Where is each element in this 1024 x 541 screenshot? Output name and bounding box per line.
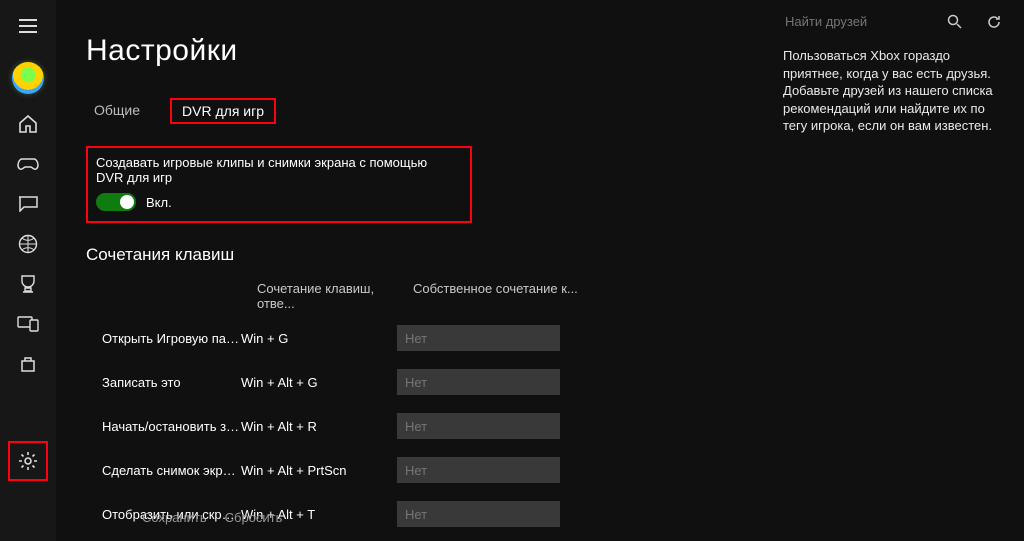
- settings-icon[interactable]: [8, 441, 48, 481]
- dvr-toggle[interactable]: [96, 193, 136, 211]
- shortcut-action: Открыть Игровую пан...: [86, 331, 241, 346]
- sidebar: [0, 0, 56, 541]
- shortcut-default: Win + Alt + PrtScn: [241, 463, 397, 478]
- tab-general[interactable]: Общие: [86, 98, 148, 124]
- dvr-toggle-state: Вкл.: [146, 195, 172, 210]
- shortcut-custom-input[interactable]: [397, 501, 560, 527]
- shortcut-row: Записать этоWin + Alt + G: [86, 369, 769, 395]
- avatar[interactable]: [12, 62, 44, 94]
- shortcut-custom-input[interactable]: [397, 325, 560, 351]
- chat-icon[interactable]: [8, 184, 48, 224]
- globe-icon[interactable]: [8, 224, 48, 264]
- dvr-toggle-block: Создавать игровые клипы и снимки экрана …: [86, 146, 472, 223]
- friends-pane: Пользоваться Xbox гораздо приятнее, когд…: [769, 0, 1024, 541]
- friends-hint-text: Пользоваться Xbox гораздо приятнее, когд…: [783, 47, 1010, 135]
- settings-pane: Настройки Общие DVR для игр Создавать иг…: [56, 0, 769, 541]
- col-header-default: Сочетание клавиш, отве...: [257, 281, 413, 311]
- devices-icon[interactable]: [8, 304, 48, 344]
- reset-button[interactable]: Сбросить: [225, 510, 283, 525]
- shortcut-custom-input[interactable]: [397, 457, 560, 483]
- shortcut-row: Сделать снимок экранаWin + Alt + PrtScn: [86, 457, 769, 483]
- tabs: Общие DVR для игр: [86, 98, 769, 124]
- save-button[interactable]: Сохранить: [142, 510, 207, 525]
- shortcut-default: Win + Alt + R: [241, 419, 397, 434]
- shortcut-default: Win + Alt + G: [241, 375, 397, 390]
- shortcut-row: Начать/остановить зап...Win + Alt + R: [86, 413, 769, 439]
- friends-search-input[interactable]: [783, 10, 938, 33]
- shortcut-action: Начать/остановить зап...: [86, 419, 241, 434]
- dvr-label: Создавать игровые клипы и снимки экрана …: [96, 155, 458, 185]
- shortcut-action: Сделать снимок экрана: [86, 463, 241, 478]
- hamburger-icon[interactable]: [8, 6, 48, 46]
- shortcut-rows: Открыть Игровую пан...Win + G Записать эт…: [86, 325, 769, 527]
- trophy-icon[interactable]: [8, 264, 48, 304]
- search-icon[interactable]: [944, 12, 964, 32]
- tab-dvr[interactable]: DVR для игр: [170, 98, 276, 124]
- shortcut-row: Открыть Игровую пан...Win + G: [86, 325, 769, 351]
- main: Настройки Общие DVR для игр Создавать иг…: [56, 0, 1024, 541]
- shortcut-default: Win + G: [241, 331, 397, 346]
- controller-icon[interactable]: [8, 144, 48, 184]
- col-header-custom: Собственное сочетание к...: [413, 281, 583, 311]
- shortcut-custom-input[interactable]: [397, 413, 560, 439]
- page-title: Настройки: [86, 34, 769, 68]
- shortcuts-heading: Сочетания клавиш: [86, 245, 769, 265]
- footer: Сохранить Сбросить: [142, 510, 282, 525]
- shortcut-action: Записать это: [86, 375, 241, 390]
- home-icon[interactable]: [8, 104, 48, 144]
- store-icon[interactable]: [8, 344, 48, 384]
- shortcut-custom-input[interactable]: [397, 369, 560, 395]
- shortcut-headers: Сочетание клавиш, отве... Собственное со…: [86, 281, 769, 311]
- refresh-icon[interactable]: [984, 12, 1004, 32]
